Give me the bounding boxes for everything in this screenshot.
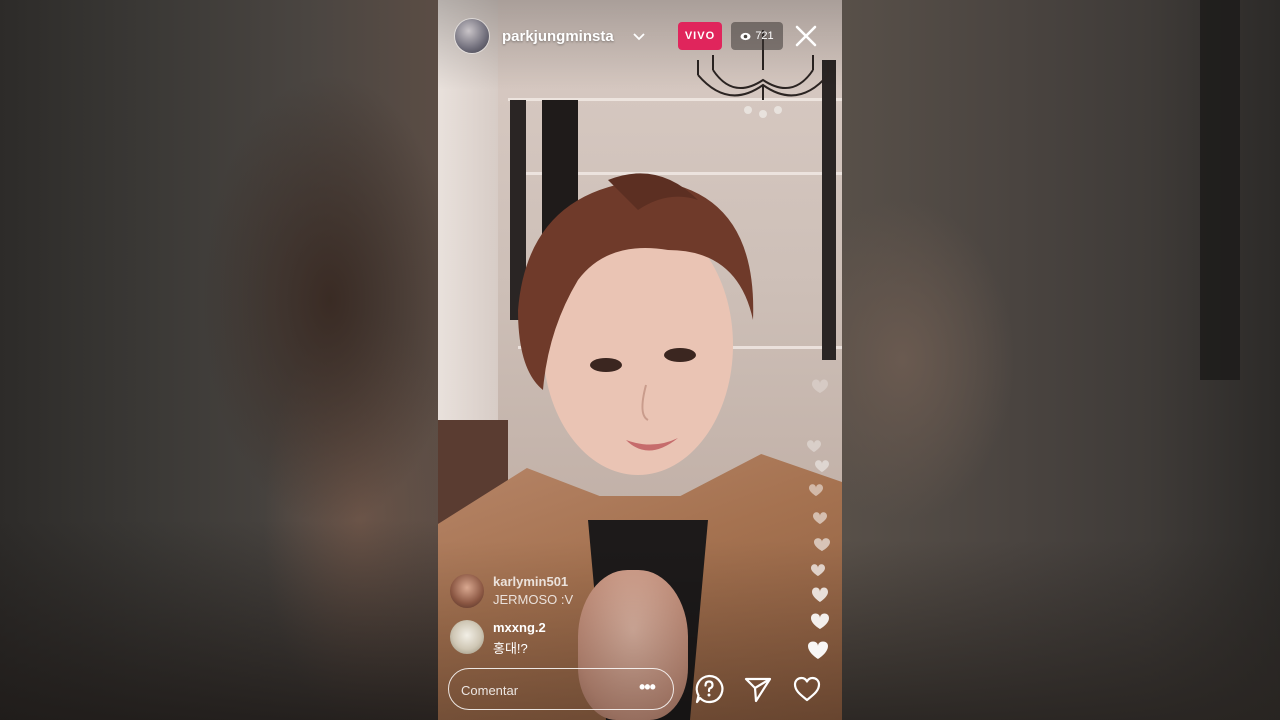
streamer-face: [518, 173, 754, 475]
comment-text: 홍대!?: [493, 641, 528, 656]
close-icon[interactable]: [794, 24, 818, 48]
username[interactable]: parkjungminsta: [502, 28, 614, 45]
avatar[interactable]: [450, 620, 484, 654]
comment-input[interactable]: [459, 677, 633, 703]
comment-item: karlymin501 JERMOSO :V: [450, 572, 750, 612]
floating-hearts: [807, 379, 830, 659]
question-icon[interactable]: [694, 674, 724, 704]
viewer-count: 721: [755, 30, 774, 42]
chevron-down-icon[interactable]: [632, 30, 646, 44]
avatar[interactable]: [455, 19, 489, 53]
comment-composer: •••: [448, 668, 674, 710]
more-dots-icon[interactable]: •••: [639, 678, 659, 696]
eye-icon: [740, 32, 751, 40]
blurred-background-right: [842, 0, 1280, 720]
comment-username[interactable]: karlymin501: [493, 574, 568, 589]
blurred-background-left: [0, 0, 438, 720]
comment-text: JERMOSO :V: [493, 592, 574, 607]
viewer-count-badge[interactable]: 721: [731, 22, 783, 50]
live-header: parkjungminsta VIVO 721: [438, 0, 842, 72]
avatar[interactable]: [450, 574, 484, 608]
live-video: parkjungminsta VIVO 721 karlymin501 JERM…: [438, 0, 842, 720]
heart-icon[interactable]: [792, 674, 822, 704]
comment-username[interactable]: mxxng.2: [493, 620, 546, 635]
send-icon[interactable]: [743, 674, 773, 704]
live-badge: VIVO: [678, 22, 722, 50]
comment-item: mxxng.2 홍대!?: [450, 618, 750, 658]
